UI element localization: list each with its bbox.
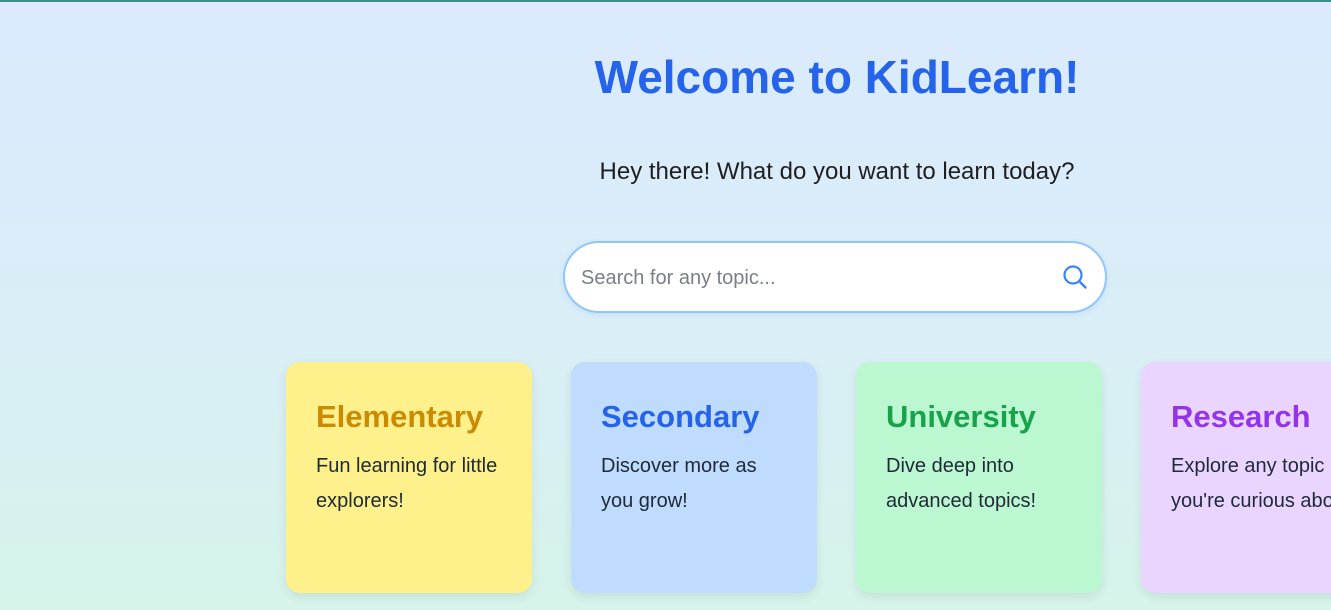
card-description: Dive deep into advanced topics! (886, 455, 1037, 513)
search-bar (563, 241, 1107, 313)
page-subtitle: Hey there! What do you want to learn tod… (599, 158, 1075, 185)
card-description: Fun learning for little explorers! (316, 455, 498, 513)
top-border (0, 0, 1331, 2)
search-icon (1063, 265, 1087, 289)
card-title: Secondary (601, 399, 760, 434)
card-description: Discover more as you grow! (601, 455, 757, 513)
card-secondary[interactable]: Secondary Discover more as you grow! (571, 362, 817, 593)
card-university[interactable]: University Dive deep into advanced topic… (856, 362, 1102, 593)
card-description: Explore any topic you're curious about! (1171, 455, 1331, 513)
card-elementary[interactable]: Elementary Fun learning for little explo… (286, 362, 532, 593)
card-title: Elementary (316, 399, 484, 434)
card-research[interactable]: Research Explore any topic you're curiou… (1141, 362, 1331, 593)
card-title: Research (1171, 399, 1311, 434)
page-title: Welcome to KidLearn! (594, 51, 1080, 103)
search-input[interactable] (579, 257, 1043, 299)
search-button[interactable] (1055, 257, 1095, 297)
card-title: University (886, 399, 1036, 434)
